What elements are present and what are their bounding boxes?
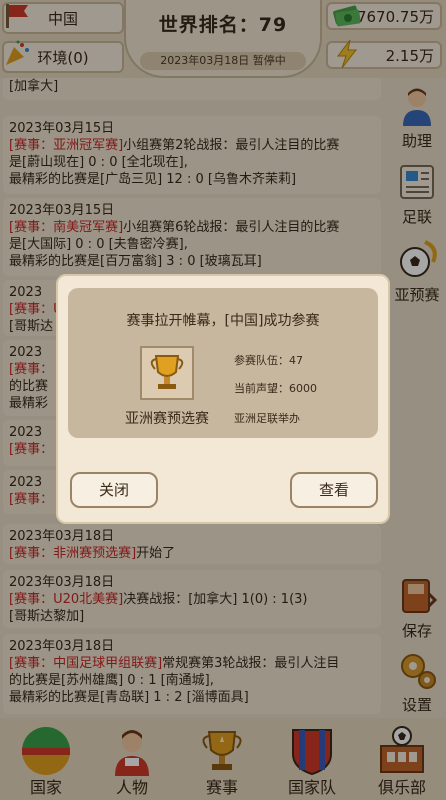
view-button[interactable]: 查看 (290, 472, 378, 508)
close-button[interactable]: 关闭 (70, 472, 158, 508)
event-trophy-frame (140, 346, 194, 400)
event-modal-panel: 赛事拉开帷幕，[中国]成功参赛 亚洲赛预选赛 参赛队伍：47 当前声望：6000… (68, 288, 378, 438)
event-modal: 赛事拉开帷幕，[中国]成功参赛 亚洲赛预选赛 参赛队伍：47 当前声望：6000… (56, 274, 390, 524)
event-name: 亚洲赛预选赛 (125, 411, 209, 427)
trophy-icon (150, 355, 184, 389)
event-modal-message: 赛事拉开帷幕，[中国]成功参赛 (126, 313, 320, 329)
event-organizer: 亚洲足联举办 (234, 412, 300, 425)
event-reputation: 当前声望：6000 (234, 382, 317, 395)
event-teams-count: 参赛队伍：47 (234, 354, 303, 367)
